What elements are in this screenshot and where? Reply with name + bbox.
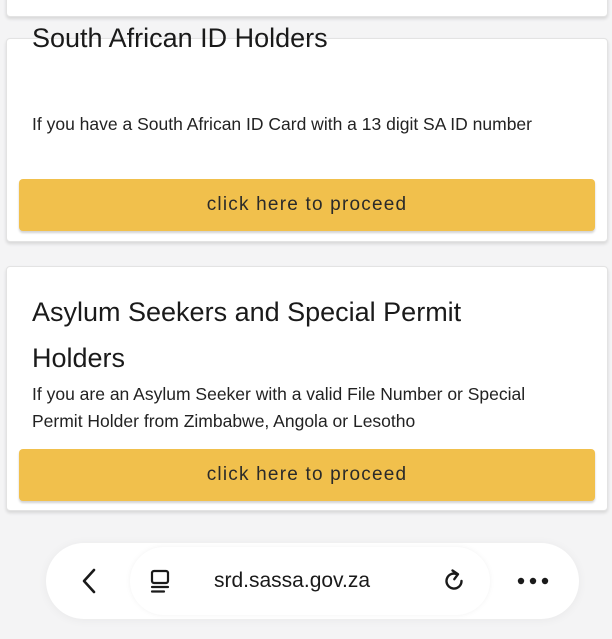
asylum-proceed-button[interactable]: click here to proceed (19, 449, 595, 501)
sa-id-proceed-button[interactable]: click here to proceed (19, 179, 595, 231)
card-title: Asylum Seekers and Special Permit Holder… (32, 297, 462, 373)
url-text[interactable]: srd.sassa.gov.za (214, 567, 370, 595)
more-options-button[interactable] (516, 570, 550, 592)
reader-mode-icon[interactable] (148, 568, 174, 594)
card-title: South African ID Holders (32, 23, 328, 53)
back-button[interactable] (68, 560, 110, 602)
asylum-seekers-card: Asylum Seekers and Special Permit Holder… (6, 266, 608, 511)
card-description: If you have a South African ID Card with… (32, 114, 532, 134)
card-description: If you are an Asylum Seeker with a valid… (32, 384, 526, 431)
more-options-icon (517, 577, 549, 585)
address-bar[interactable]: srd.sassa.gov.za (130, 547, 490, 615)
browser-toolbar: srd.sassa.gov.za (46, 543, 579, 619)
page: South African ID Holders If you have a S… (0, 0, 612, 639)
sa-id-holders-card: South African ID Holders If you have a S… (6, 23, 608, 242)
chevron-left-icon (82, 568, 96, 594)
reload-icon[interactable] (440, 567, 468, 595)
